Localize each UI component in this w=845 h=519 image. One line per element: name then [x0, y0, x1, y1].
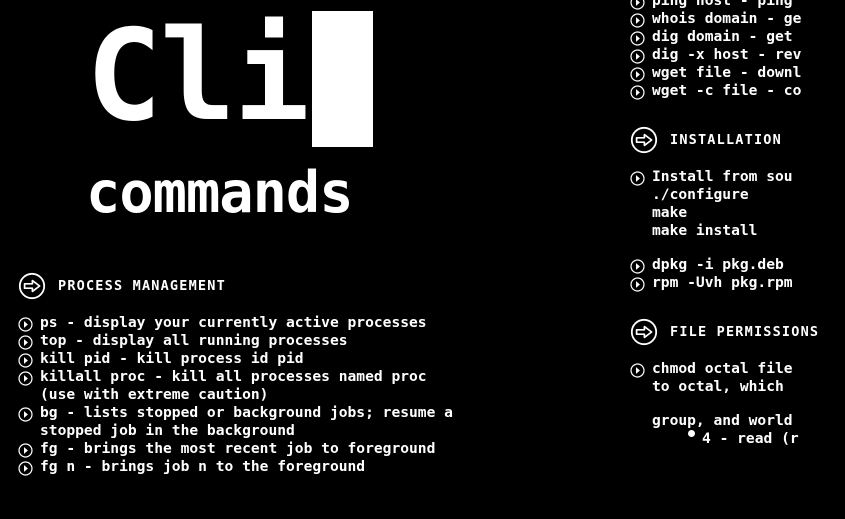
circle-play-icon [630, 277, 645, 292]
list-item[interactable]: kill pid - kill process id pid [18, 350, 600, 368]
list-item[interactable]: fg n - brings job n to the foreground [18, 458, 600, 476]
right-column: ping host - ping whois domain - ge dig d… [630, 0, 845, 448]
list-item[interactable]: ping host - ping [630, 0, 845, 10]
list-item-text: ./configure [652, 186, 749, 203]
list-item-continuation: ./configure [630, 186, 845, 204]
circle-play-icon [18, 335, 33, 350]
circle-arrow-right-icon [630, 318, 658, 346]
circle-play-icon [630, 49, 645, 64]
list-item-text: ping host - ping [652, 0, 793, 9]
circle-play-icon [630, 31, 645, 46]
list-item[interactable]: dig domain - get [630, 28, 845, 46]
circle-play-icon [18, 407, 33, 422]
list-item-text: whois domain - ge [652, 10, 802, 27]
list-item[interactable]: top - display all running processes [18, 332, 600, 350]
circle-play-icon [630, 13, 645, 28]
list-item[interactable]: wget -c file - co [630, 82, 845, 100]
list-item[interactable]: dpkg -i pkg.deb [630, 256, 845, 274]
list-item-text: dpkg -i pkg.deb [652, 256, 793, 273]
list-item-text: to octal, which [652, 378, 793, 395]
entry-gap [630, 396, 845, 412]
list-item-text: fg - brings the most recent job to foreg… [40, 440, 436, 457]
section-heading: PROCESS MANAGEMENT [18, 272, 600, 300]
list-item[interactable]: rpm -Uvh pkg.rpm [630, 274, 845, 292]
list-item[interactable]: Install from sou [630, 168, 845, 186]
entry-gap [630, 240, 845, 256]
list-item[interactable]: whois domain - ge [630, 10, 845, 28]
circle-play-icon [630, 171, 645, 186]
circle-play-icon [18, 461, 33, 476]
section-process-management: PROCESS MANAGEMENT ps - display your cur… [18, 272, 600, 476]
page-subtitle: commands [86, 160, 354, 226]
list-item[interactable]: bg - lists stopped or background jobs; r… [18, 404, 600, 422]
list-item-continuation: to octal, which [630, 378, 845, 396]
list-item[interactable]: ps - display your currently active proce… [18, 314, 600, 332]
networking-entry-list: ping host - ping whois domain - ge dig d… [630, 0, 845, 100]
list-item-text: rpm -Uvh pkg.rpm [652, 274, 793, 291]
list-item-text: bg - lists stopped or background jobs; r… [40, 404, 453, 421]
circle-play-icon [18, 371, 33, 386]
list-item[interactable]: killall proc - kill all processes named … [18, 368, 600, 386]
section-heading-label: PROCESS MANAGEMENT [58, 278, 226, 294]
list-item-text: wget file - downl [652, 64, 802, 81]
list-item-text: (use with extreme caution) [40, 386, 269, 403]
list-item[interactable]: fg - brings the most recent job to foreg… [18, 440, 600, 458]
list-item[interactable]: chmod octal file [630, 360, 845, 378]
section-installation: INSTALLATION Install from sou ./configur… [630, 126, 845, 292]
block-cursor-icon [311, 11, 373, 147]
list-item-text: chmod octal file [652, 360, 793, 377]
section-heading-label: FILE PERMISSIONS [670, 324, 820, 340]
list-item-text: make [652, 204, 688, 221]
list-item-continuation: make [630, 204, 845, 222]
circle-play-icon [630, 363, 645, 378]
circle-arrow-right-icon [18, 272, 46, 300]
dot-bullet-icon [688, 430, 695, 437]
left-column: PROCESS MANAGEMENT ps - display your cur… [18, 272, 600, 476]
list-item-continuation: make install [630, 222, 845, 240]
list-item-text: stopped job in the background [40, 422, 295, 439]
list-item-text: ps - display your currently active proce… [40, 314, 427, 331]
section-file-permissions: FILE PERMISSIONS chmod octal file to oct… [630, 318, 845, 448]
circle-play-icon [630, 259, 645, 274]
list-item[interactable]: wget file - downl [630, 64, 845, 82]
circle-play-icon [630, 0, 645, 10]
list-item-text: fg n - brings job n to the foreground [40, 458, 366, 475]
title-line: Cli [86, 6, 373, 147]
list-item-text: Install from sou [652, 168, 793, 185]
list-item-text: killall proc - kill all processes named … [40, 368, 427, 385]
list-item-text: wget -c file - co [652, 82, 802, 99]
circle-arrow-right-icon [630, 126, 658, 154]
list-item-text: dig domain - get [652, 28, 793, 45]
section-heading: FILE PERMISSIONS [630, 318, 845, 346]
list-item[interactable]: dig -x host - rev [630, 46, 845, 64]
circle-play-icon [630, 67, 645, 82]
circle-play-icon [18, 317, 33, 332]
sub-list-item[interactable]: 4 - read (r [630, 430, 845, 448]
page-title: Cli [86, 2, 310, 149]
circle-play-icon [18, 353, 33, 368]
list-item-text: top - display all running processes [40, 332, 348, 349]
section-heading: INSTALLATION [630, 126, 845, 154]
circle-play-icon [630, 85, 645, 100]
entry-list: ps - display your currently active proce… [18, 314, 600, 476]
list-item-continuation: group, and world [630, 412, 845, 430]
list-item-text: group, and world [652, 412, 793, 429]
sub-list-item-text: 4 - read (r [702, 430, 799, 447]
list-item-text: dig -x host - rev [652, 46, 802, 63]
list-item-text: kill pid - kill process id pid [40, 350, 304, 367]
section-heading-label: INSTALLATION [670, 132, 782, 148]
list-item-continuation: (use with extreme caution) [18, 386, 600, 404]
circle-play-icon [18, 443, 33, 458]
list-item-text: make install [652, 222, 758, 239]
list-item-continuation: stopped job in the background [18, 422, 600, 440]
